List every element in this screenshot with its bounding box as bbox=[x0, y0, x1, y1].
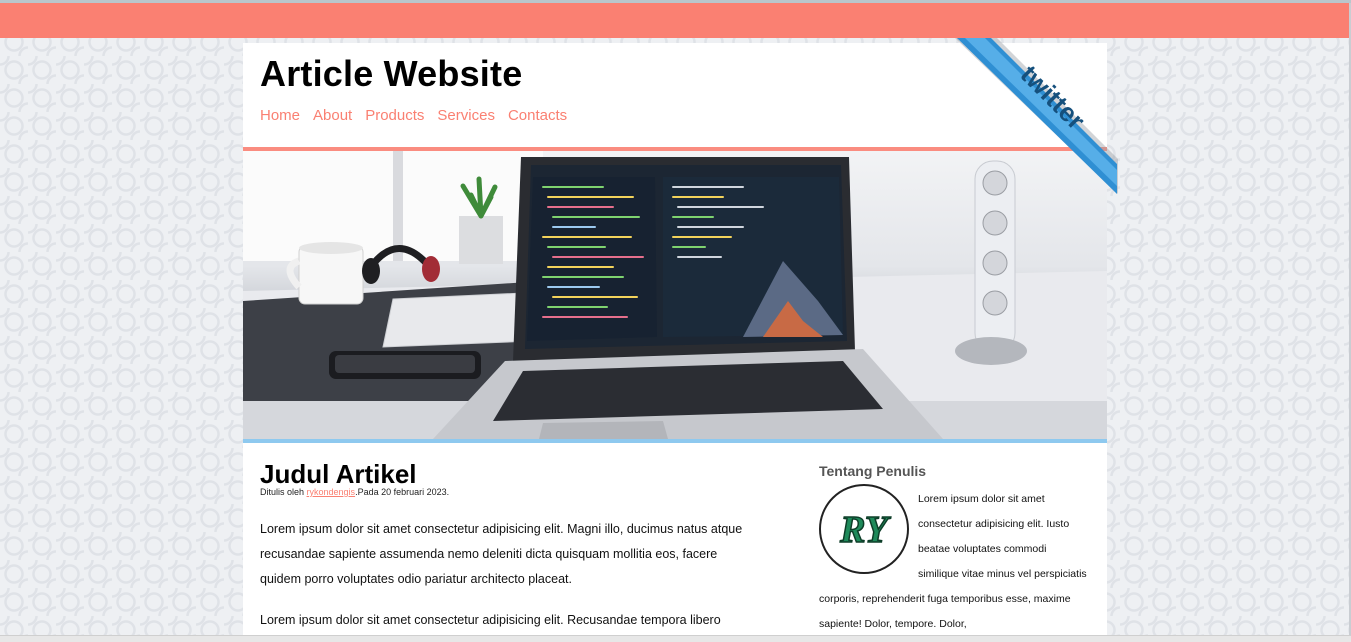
article-meta: Ditulis oleh rykondengis.Pada 20 februar… bbox=[260, 487, 750, 497]
nav-home[interactable]: Home bbox=[260, 107, 300, 124]
twitter-ribbon[interactable]: twitter bbox=[955, 38, 1118, 194]
sidebar: Tentang Penulis RY Lorem ipsum dolor sit… bbox=[819, 463, 1089, 637]
hero-divider bbox=[243, 439, 1107, 443]
laptop-trackpad bbox=[539, 421, 668, 439]
keyboard bbox=[382, 292, 534, 348]
nav-about[interactable]: About bbox=[313, 107, 352, 124]
plant-pot bbox=[459, 216, 503, 264]
coffee-mug bbox=[298, 245, 364, 305]
nav-services[interactable]: Services bbox=[437, 107, 495, 124]
author-logo-icon: RY bbox=[838, 508, 892, 552]
author-avatar: RY bbox=[819, 484, 909, 574]
article-paragraph: Lorem ipsum dolor sit amet consectetur a… bbox=[260, 613, 721, 627]
article-title: Judul Artikel bbox=[260, 459, 417, 489]
meta-date: .Pada 20 februari 2023. bbox=[355, 487, 450, 497]
hero-image bbox=[243, 151, 1107, 439]
nav-contacts[interactable]: Contacts bbox=[508, 107, 567, 124]
main-nav: Home About Products Services Contacts bbox=[260, 107, 580, 124]
site-title: Article Website bbox=[260, 53, 523, 94]
author-link[interactable]: rykondengis bbox=[307, 487, 356, 497]
nav-products[interactable]: Products bbox=[365, 107, 424, 124]
laptop-desk-illustration bbox=[243, 151, 1107, 439]
article: Judul Artikel Ditulis oleh rykondengis.P… bbox=[260, 459, 750, 633]
top-color-bar bbox=[0, 3, 1351, 38]
meta-prefix: Ditulis oleh bbox=[260, 487, 307, 497]
twitter-ribbon-icon: twitter bbox=[955, 38, 1118, 194]
sidebar-title: Tentang Penulis bbox=[819, 463, 927, 479]
author-logo-text: RY bbox=[839, 509, 892, 551]
article-paragraph: Lorem ipsum dolor sit amet consectetur a… bbox=[260, 522, 743, 586]
scrollbar-bottom[interactable] bbox=[0, 635, 1351, 642]
author-box: RY Lorem ipsum dolor sit amet consectetu… bbox=[819, 484, 1089, 637]
